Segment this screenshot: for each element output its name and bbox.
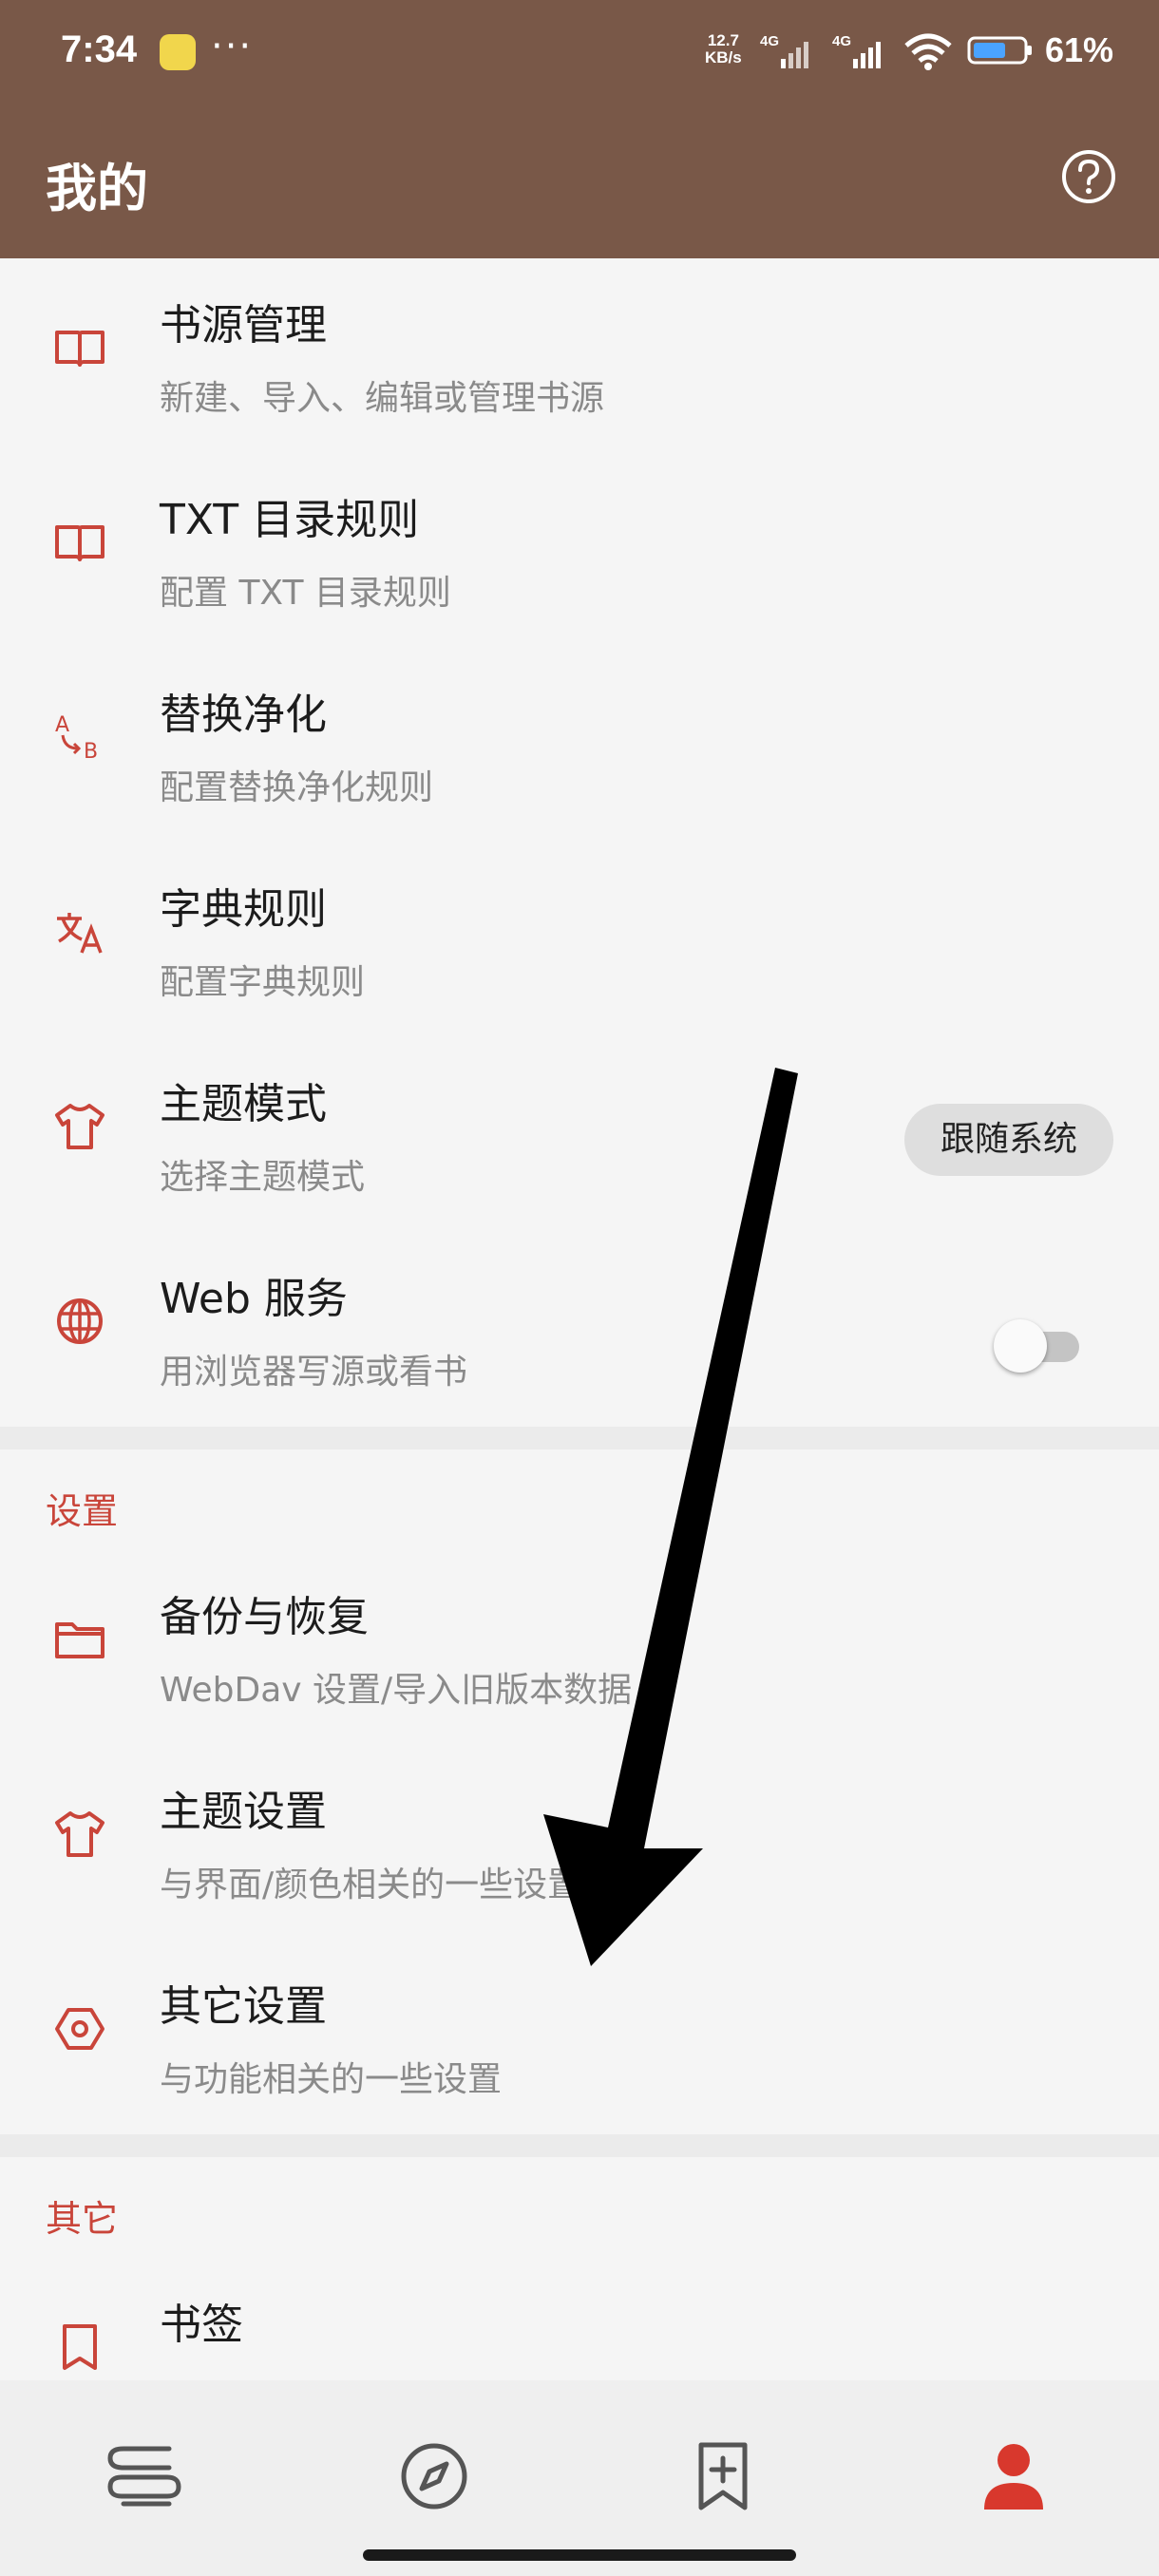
toggle-thumb	[994, 1319, 1047, 1373]
svg-text:B: B	[84, 740, 98, 764]
svg-text:4G: 4G	[760, 33, 779, 49]
battery-percent: 61%	[1045, 30, 1114, 69]
battery-icon	[967, 36, 1032, 65]
signal-icon: 4G	[760, 33, 808, 68]
book-open-icon	[55, 331, 104, 367]
hexagon-settings-icon	[55, 2008, 104, 2050]
item-subtitle: WebDav 设置/导入旧版本数据	[160, 1671, 633, 1710]
menu-item-replace[interactable]: A B 替换净化 配置替换净化规则	[0, 648, 1159, 843]
replace-ab-icon: A B	[55, 713, 98, 764]
mine-content: 书源管理 新建、导入、编辑或管理书源 TXT 目录规则 配置 TXT 目录规则 …	[0, 258, 1159, 2453]
item-title: 字典规则	[160, 885, 327, 934]
svg-text:4G: 4G	[832, 33, 851, 49]
bookmark-add-icon[interactable]	[680, 2434, 766, 2519]
item-title: 替换净化	[160, 691, 327, 739]
item-subtitle: 选择主题模式	[160, 1158, 366, 1197]
folder-icon	[55, 1622, 104, 1658]
book-open-icon	[55, 525, 104, 561]
item-title: 书源管理	[160, 301, 327, 350]
theme-mode-chip[interactable]: 跟随系统	[903, 1104, 1113, 1176]
svg-text:A: A	[55, 713, 69, 737]
item-title: 主题模式	[160, 1080, 327, 1128]
status-time: 7:34	[61, 28, 138, 70]
item-title: 主题设置	[160, 1788, 327, 1836]
page-title: 我的	[46, 159, 148, 218]
compass-icon[interactable]	[391, 2434, 477, 2519]
app-notification-icon	[160, 34, 196, 70]
bottom-navigation	[0, 2380, 1159, 2576]
bookshelf-icon[interactable]	[103, 2434, 188, 2519]
menu-item-dictionary[interactable]: 字典规则 配置字典规则	[0, 843, 1159, 1037]
item-subtitle: 配置 TXT 目录规则	[160, 574, 451, 613]
tshirt-icon	[55, 1811, 104, 1857]
item-title: 其它设置	[160, 1982, 327, 2031]
item-title: TXT 目录规则	[160, 496, 420, 544]
net-speed: 12.7 KB/s	[705, 31, 742, 66]
item-subtitle: 与界面/颜色相关的一些设置	[160, 1866, 582, 1904]
wifi-icon	[904, 33, 952, 70]
tshirt-icon	[55, 1104, 104, 1149]
home-indicator[interactable]	[363, 2549, 796, 2561]
globe-icon	[57, 1298, 103, 1344]
menu-item-other-settings[interactable]: 其它设置 与功能相关的一些设置	[0, 1940, 1159, 2134]
status-bar: 7:34 ··· 12.7 KB/s 4G 4G 61%	[0, 0, 1159, 109]
item-subtitle: 与功能相关的一些设置	[160, 2060, 503, 2099]
item-title: 备份与恢复	[160, 1593, 369, 1641]
more-notifications-icon: ···	[211, 25, 254, 68]
translate-icon	[57, 913, 103, 954]
person-icon[interactable]	[971, 2434, 1056, 2519]
item-subtitle: 新建、导入、编辑或管理书源	[160, 379, 605, 418]
signal-icon-2: 4G	[832, 33, 881, 68]
section-divider	[0, 2134, 1159, 2157]
menu-item-theme-mode[interactable]: 主题模式 选择主题模式 跟随系统	[0, 1037, 1159, 1232]
item-subtitle: 配置替换净化规则	[160, 768, 434, 807]
item-subtitle: 用浏览器写源或看书	[160, 1353, 468, 1392]
menu-item-book-source[interactable]: 书源管理 新建、导入、编辑或管理书源	[0, 258, 1159, 453]
section-header-settings: 设置	[0, 1449, 1159, 1550]
menu-item-txt-rules[interactable]: TXT 目录规则 配置 TXT 目录规则	[0, 453, 1159, 648]
web-service-toggle[interactable]	[994, 1319, 1081, 1373]
app-header: 7:34 ··· 12.7 KB/s 4G 4G 61% 我的	[0, 0, 1159, 258]
help-icon[interactable]	[1060, 148, 1117, 205]
item-subtitle: 配置字典规则	[160, 963, 366, 1002]
item-title: 书签	[160, 2301, 243, 2349]
menu-item-backup[interactable]: 备份与恢复 WebDav 设置/导入旧版本数据	[0, 1550, 1159, 1745]
menu-item-web-service[interactable]: Web 服务 用浏览器写源或看书	[0, 1232, 1159, 1427]
menu-item-theme-settings[interactable]: 主题设置 与界面/颜色相关的一些设置	[0, 1745, 1159, 1940]
bookmark-icon	[63, 2324, 97, 2370]
item-title: Web 服务	[160, 1275, 348, 1323]
section-header-other: 其它	[0, 2157, 1159, 2258]
section-divider	[0, 1427, 1159, 1449]
